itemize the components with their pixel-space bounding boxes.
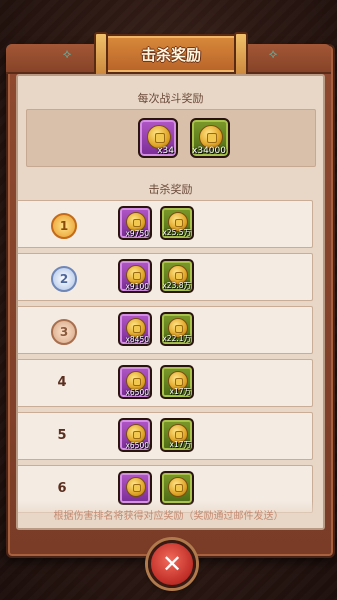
item-quantity: x34000 <box>192 146 226 156</box>
reward-item[interactable]: x6500 <box>118 418 152 452</box>
item-quantity: x9750 <box>125 229 149 238</box>
rank-number: 4 <box>57 375 67 390</box>
reward-item[interactable]: x17万 <box>160 365 194 399</box>
per-battle-heading: 每次战斗奖励 <box>137 92 204 105</box>
item-quantity: x22.1万 <box>162 334 191 343</box>
rank-row: 2 x9100 x23.8万 <box>18 253 313 301</box>
item-quantity: x6500 <box>125 388 149 397</box>
item-quantity: x17万 <box>169 387 191 396</box>
reward-item[interactable]: x8450 <box>118 312 152 346</box>
reward-item[interactable]: x9100 <box>118 259 152 293</box>
item-quantity: x34 <box>157 146 174 156</box>
dialog-title: 击杀奖励 <box>140 46 201 64</box>
gold-coin-icon <box>126 477 146 498</box>
per-battle-reward-box: x34 x34000 <box>26 109 316 167</box>
rank-1-badge-icon: 1 <box>51 213 77 239</box>
reward-item[interactable] <box>160 471 194 505</box>
rank-number: 5 <box>57 428 67 443</box>
copper-coin-icon <box>168 477 188 498</box>
rank-row: 4 x6500 x17万 <box>18 359 313 407</box>
rank-row: 1 x9750 x25.5万 <box>18 200 313 248</box>
reward-item[interactable]: x22.1万 <box>160 312 194 346</box>
reward-item[interactable]: x17万 <box>160 418 194 452</box>
rank-2-badge-icon: 2 <box>51 266 77 292</box>
rank-row: 5 x6500 x17万 <box>18 412 313 460</box>
reward-item[interactable]: x34 <box>138 118 178 158</box>
title-plaque: 击杀奖励 <box>94 32 248 80</box>
item-quantity: x6500 <box>125 441 149 450</box>
fish-ornament-icon: ⟡ <box>268 47 278 62</box>
item-quantity: x23.8万 <box>162 281 191 290</box>
reward-panel: 每次战斗奖励 x34 x34000 击杀奖励 1 x9750 x25.5万 2 … <box>16 74 325 530</box>
reward-item[interactable]: x25.5万 <box>160 206 194 240</box>
item-quantity: x25.5万 <box>162 228 191 237</box>
item-quantity: x17万 <box>169 440 191 449</box>
reward-item[interactable]: x6500 <box>118 365 152 399</box>
reward-item[interactable]: x34000 <box>190 118 230 158</box>
fish-ornament-icon: ⟡ <box>62 47 72 62</box>
footer-note: 根据伤害排名将获得对应奖励（奖励通过邮件发送） <box>53 511 284 522</box>
reward-item[interactable]: x9750 <box>118 206 152 240</box>
kill-reward-heading: 击杀奖励 <box>148 183 193 196</box>
reward-item[interactable] <box>118 471 152 505</box>
close-button[interactable]: ✕ <box>148 540 196 588</box>
item-quantity: x8450 <box>125 335 149 344</box>
rank-number: 6 <box>57 481 67 496</box>
reward-item[interactable]: x23.8万 <box>160 259 194 293</box>
close-icon: ✕ <box>161 550 183 578</box>
rank-row: 3 x8450 x22.1万 <box>18 306 313 354</box>
rank-3-badge-icon: 3 <box>51 319 77 345</box>
item-quantity: x9100 <box>125 282 149 291</box>
